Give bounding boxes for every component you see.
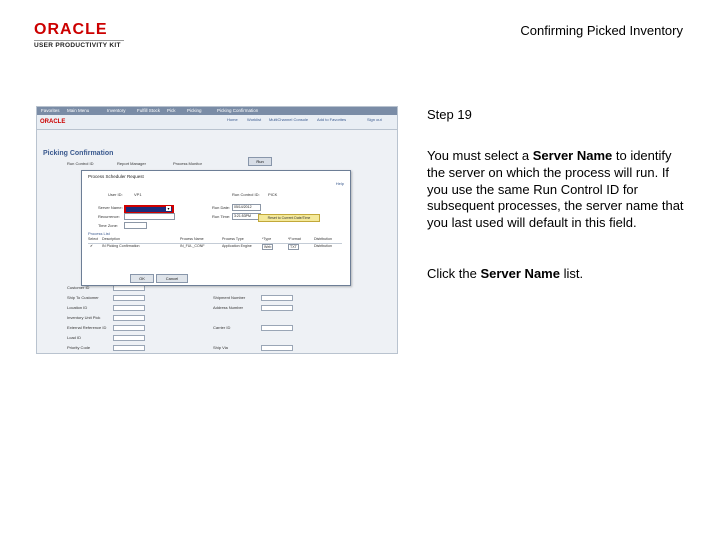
- column-header: *Format: [288, 237, 301, 241]
- description-cell: IN Picking Confirmation: [102, 244, 140, 248]
- action-text: Click the Server Name list.: [427, 266, 583, 281]
- help-link[interactable]: Help: [336, 181, 344, 186]
- breadcrumb-bar: Favorites Main Menu Inventory Fulfill St…: [37, 107, 397, 115]
- server-name-label: Server Name:: [98, 205, 123, 210]
- field-input[interactable]: [113, 325, 145, 331]
- user-id-label: User ID:: [108, 192, 123, 197]
- instruction-pre: You must select a: [427, 148, 533, 163]
- field-input[interactable]: [261, 325, 293, 331]
- cancel-button[interactable]: Cancel: [156, 274, 188, 283]
- field-label: Shipment Number: [213, 295, 246, 300]
- logo-wordmark: ORACLE: [34, 21, 108, 38]
- run-date-input[interactable]: 05/14/2012: [232, 204, 261, 211]
- action-post: list.: [559, 266, 584, 281]
- run-button[interactable]: Run: [248, 157, 272, 166]
- header-link[interactable]: Home: [227, 117, 238, 122]
- process-list-header: Process List: [88, 231, 110, 236]
- process-scheduler-dialog: Process Scheduler Request Help User ID: …: [81, 170, 351, 286]
- field-input[interactable]: [113, 335, 145, 341]
- run-control-label: Run Control ID:: [232, 192, 260, 197]
- distribution-link[interactable]: Distribution: [314, 244, 332, 248]
- field-input[interactable]: [113, 315, 145, 321]
- run-time-input[interactable]: 3:21:53PM: [232, 213, 261, 220]
- nav-link[interactable]: Main Menu: [67, 108, 89, 113]
- nav-link[interactable]: Pick: [167, 108, 176, 113]
- field-input[interactable]: [113, 295, 145, 301]
- reset-datetime-button[interactable]: Reset to Current Date/Time: [258, 214, 320, 222]
- field-input[interactable]: [261, 305, 293, 311]
- nav-link[interactable]: Picking Confirmation: [217, 108, 258, 113]
- column-header: Distribution: [314, 237, 332, 241]
- field-label: External Reference ID: [67, 325, 107, 330]
- nav-link[interactable]: Picking: [187, 108, 202, 113]
- user-id-value: VP1: [134, 192, 142, 197]
- recurrence-label: Recurrence:: [98, 214, 120, 219]
- table-row: ✔ IN Picking Confirmation IN_FUL_CONF Ap…: [88, 244, 342, 250]
- field-label: Ship Via: [213, 345, 228, 350]
- logo-subtitle: USER PRODUCTIVITY KIT: [34, 42, 121, 49]
- app-logo: ORACLE: [40, 119, 66, 125]
- format-select[interactable]: TXT: [288, 244, 299, 250]
- header-link[interactable]: Add to Favorites: [317, 117, 346, 122]
- logo-rule: [34, 40, 124, 41]
- column-header: Process Name: [180, 237, 204, 241]
- run-control-label: Run Control ID: [67, 161, 94, 166]
- document-title: Confirming Picked Inventory: [520, 23, 683, 38]
- header-link[interactable]: Sign out: [367, 117, 382, 122]
- field-label: Priority Code: [67, 345, 91, 350]
- instruction-text: You must select a Server Name to identif…: [427, 148, 687, 232]
- column-header: Process Type: [222, 237, 244, 241]
- time-zone-label: Time Zone:: [98, 223, 119, 228]
- column-header: Select: [88, 237, 98, 241]
- field-label: Inventory Unit Pick: [67, 315, 101, 320]
- run-date-label: Run Date:: [212, 205, 231, 210]
- nav-link[interactable]: Fulfill Stock: [137, 108, 160, 113]
- report-manager-link[interactable]: Report Manager: [117, 161, 146, 166]
- run-time-label: Run Time:: [212, 214, 231, 219]
- nav-link[interactable]: Favorites: [41, 108, 60, 113]
- select-checkbox[interactable]: ✔: [90, 244, 93, 248]
- header-link[interactable]: MultiChannel Console: [269, 117, 308, 122]
- column-header: Description: [102, 237, 120, 241]
- action-bold: Server Name: [480, 266, 560, 281]
- field-label: Address Number: [213, 305, 244, 310]
- time-zone-input[interactable]: [124, 222, 147, 229]
- field-label: Location ID: [67, 305, 88, 310]
- field-input[interactable]: [261, 295, 293, 301]
- field-label: Carrier ID: [213, 325, 231, 330]
- column-header: *Type: [262, 237, 272, 241]
- recurrence-select[interactable]: [124, 213, 175, 220]
- action-pre: Click the: [427, 266, 481, 281]
- process-monitor-link[interactable]: Process Monitor: [173, 161, 202, 166]
- field-input[interactable]: [113, 345, 145, 351]
- field-input[interactable]: [113, 305, 145, 311]
- chevron-down-icon[interactable]: ▾: [166, 206, 171, 211]
- ok-button[interactable]: OK: [130, 274, 154, 283]
- nav-link[interactable]: Inventory: [107, 108, 126, 113]
- application-screenshot: Favorites Main Menu Inventory Fulfill St…: [36, 106, 398, 354]
- page-title: Picking Confirmation: [43, 150, 114, 157]
- field-label: Load ID: [67, 335, 82, 340]
- process-list-columns: Select Description Process Name Process …: [88, 237, 342, 244]
- dialog-title: Process Scheduler Request: [88, 174, 144, 179]
- process-name-cell: IN_FUL_CONF: [180, 244, 205, 248]
- run-control-value: PICK: [268, 192, 278, 197]
- header-link[interactable]: Worklist: [247, 117, 261, 122]
- type-select[interactable]: Web: [262, 244, 274, 250]
- oracle-upk-logo: ORACLE USER PRODUCTIVITY KIT: [34, 21, 124, 49]
- step-label: Step 19: [427, 107, 472, 122]
- app-header: ORACLE Home Worklist MultiChannel Consol…: [37, 115, 397, 130]
- field-input[interactable]: [261, 345, 293, 351]
- field-label: Ship To Customer: [67, 295, 99, 300]
- instruction-bold: Server Name: [532, 148, 613, 163]
- process-type-cell: Application Engine: [222, 244, 252, 248]
